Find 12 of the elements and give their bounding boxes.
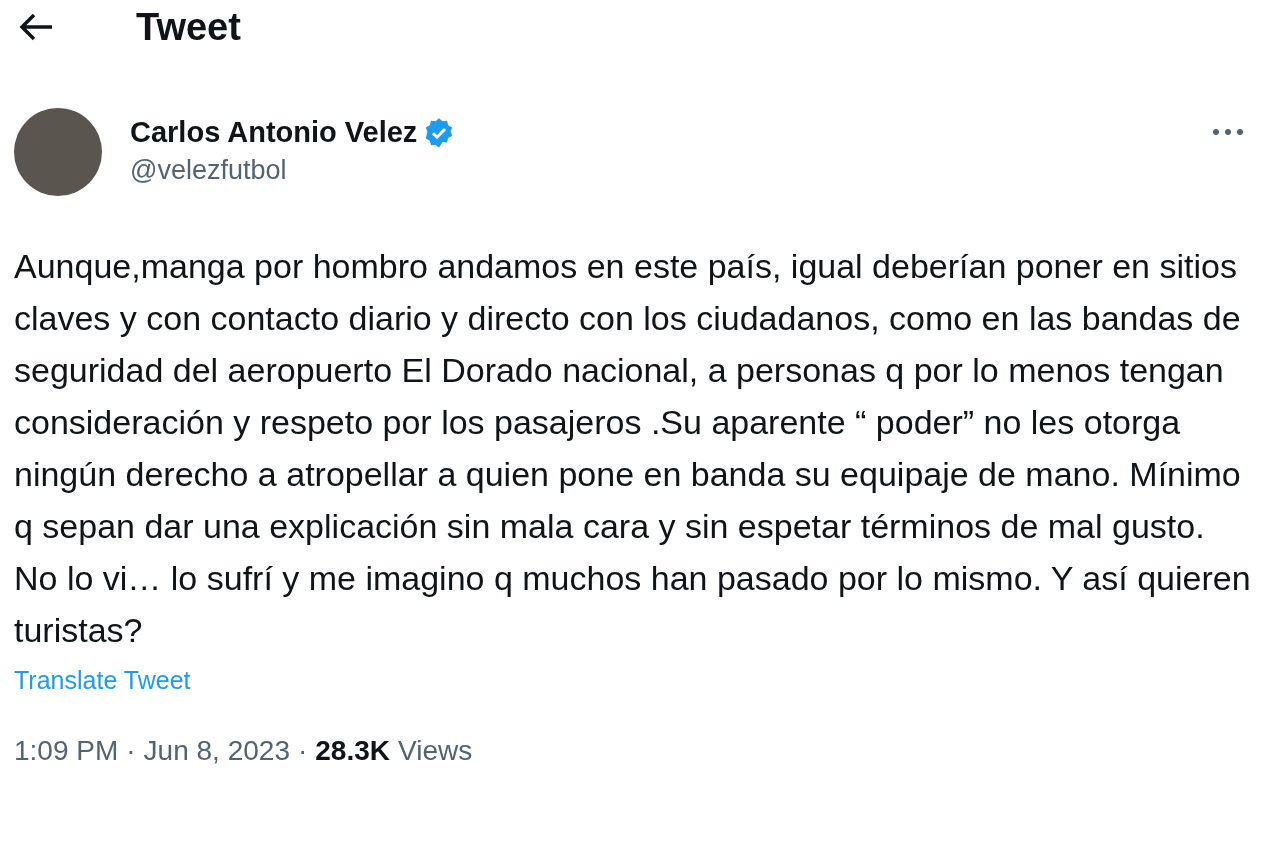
tweet-date[interactable]: Jun 8, 2023	[143, 735, 290, 767]
separator-dot: ·	[126, 735, 136, 767]
views-label: Views	[398, 735, 473, 767]
separator-dot: ·	[297, 735, 308, 767]
author-name[interactable]: Carlos Antonio Velez	[130, 116, 418, 149]
more-icon[interactable]	[1212, 128, 1244, 136]
author-handle[interactable]: @velezfutbol	[130, 155, 1184, 186]
tweet-text: Aunque,manga por hombro andamos en este país, igual deberían poner en sitios claves y con contacto diario y directo con los ciudadanos, como en las bandas de seguridad del aeropuerto El Dorado nacional, a personas q por lo menos tengan consideración y respeto por los pasajeros .Su aparente “ poder” no les otorga ningún derecho a atropellar a quien pone en banda su equipaje de mano. Mínimo q sepan dar una explicación sin mala cara y sin espetar términos de mal gusto. No lo vi… lo sufrí y me imagino q muchos han pasado por lo mismo. Y así quieren turistas?	[14, 246, 1252, 651]
tweet-time[interactable]: 1:09 PM	[14, 735, 119, 767]
back-arrow-icon[interactable]	[18, 12, 54, 42]
views-count: 28.3K	[315, 735, 390, 767]
page-title: Tweet	[136, 5, 241, 49]
